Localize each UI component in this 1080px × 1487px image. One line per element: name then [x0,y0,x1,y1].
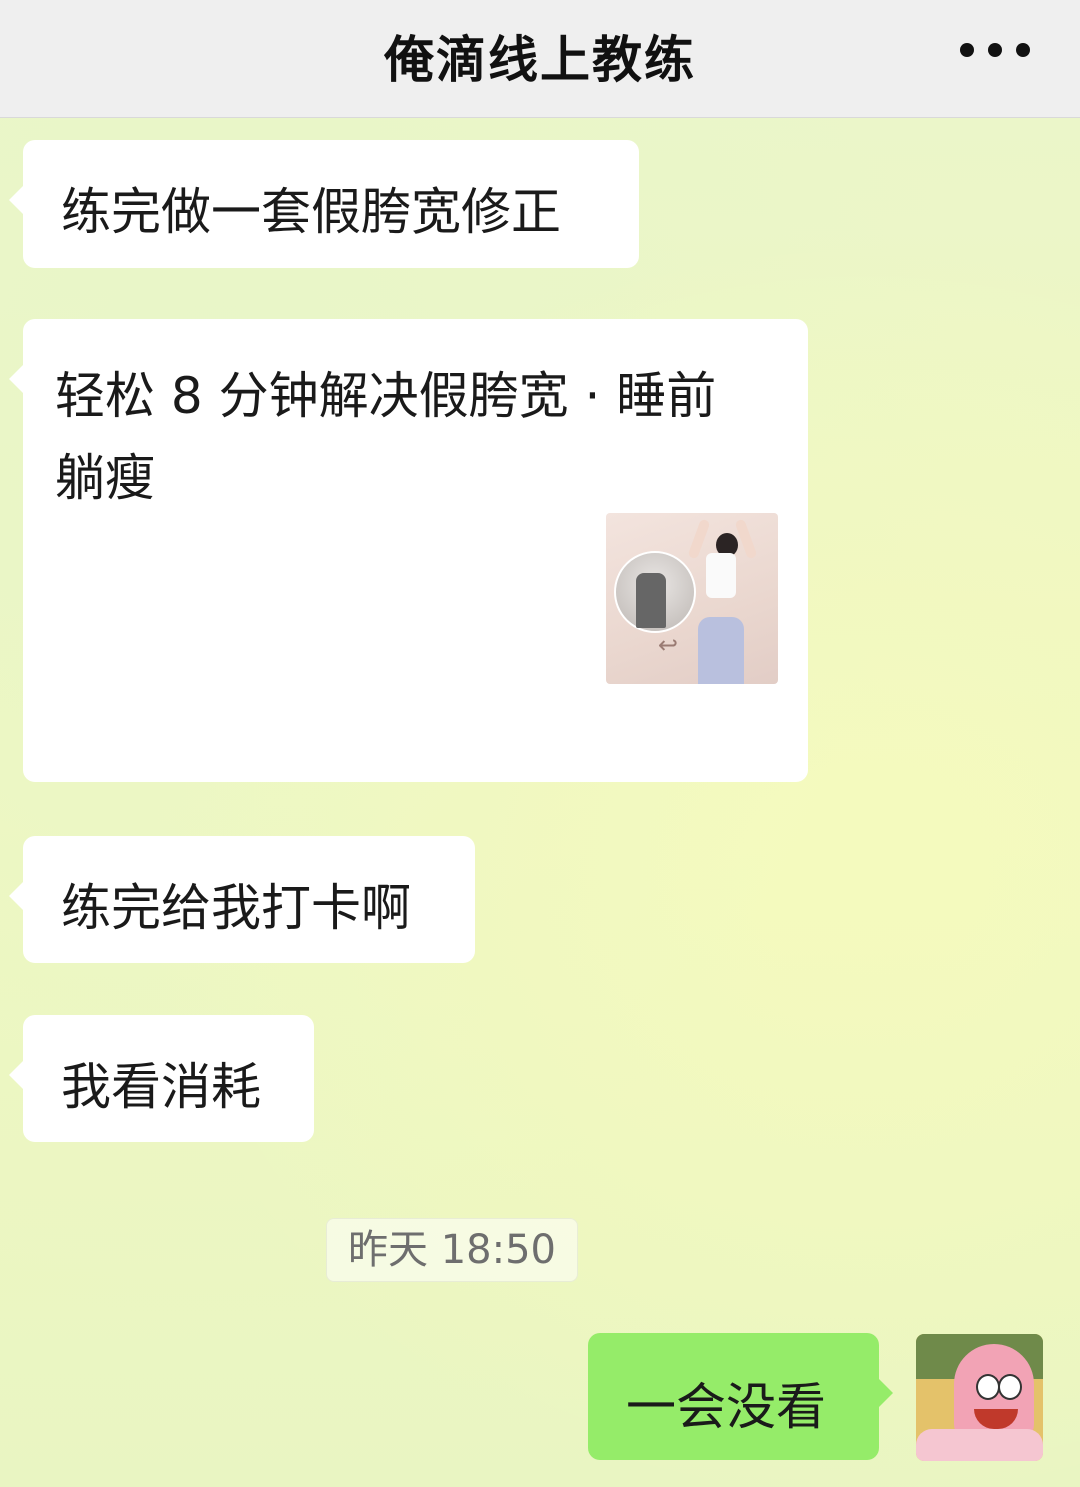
timestamp-badge: 昨天 18:50 [326,1218,578,1282]
link-card-thumbnail: ↩ [606,513,778,684]
chat-header: 俺滴线上教练 [0,0,1080,118]
message-bubble-incoming[interactable]: 练完给我打卡啊 [9,836,475,963]
curved-arrow-icon: ↩ [658,631,679,659]
thumbnail-arm [687,518,711,560]
avatar-foam [916,1429,1043,1461]
message-bubble-incoming[interactable]: 练完做一套假胯宽修正 [9,140,639,268]
avatar-eye [976,1374,1000,1400]
more-dot [960,43,974,57]
more-icon[interactable] [960,30,1030,70]
thumbnail-leggings [698,617,744,684]
message-text: 练完给我打卡啊 [61,879,411,937]
message-bubble-incoming[interactable]: 我看消耗 [9,1015,314,1142]
link-card-title: 轻松 8 分钟解决假胯宽 · 睡前躺瘦 [55,367,717,507]
thumbnail-inset-figure [636,573,666,628]
message-text: 练完做一套假胯宽修正 [61,183,561,241]
message-bubble-outgoing[interactable]: 一会没看 [588,1333,893,1460]
avatar-eye [998,1374,1022,1400]
patrick-star-avatar[interactable] [916,1334,1043,1461]
link-card-message[interactable]: 轻松 8 分钟解决假胯宽 · 睡前躺瘦 ↩ [9,319,808,782]
message-text: 我看消耗 [61,1058,261,1116]
message-text: 一会没看 [626,1378,826,1436]
chat-title: 俺滴线上教练 [384,31,696,89]
thumbnail-torso [706,553,736,598]
thumbnail-arm [734,518,758,560]
more-dot [1016,43,1030,57]
more-dot [988,43,1002,57]
